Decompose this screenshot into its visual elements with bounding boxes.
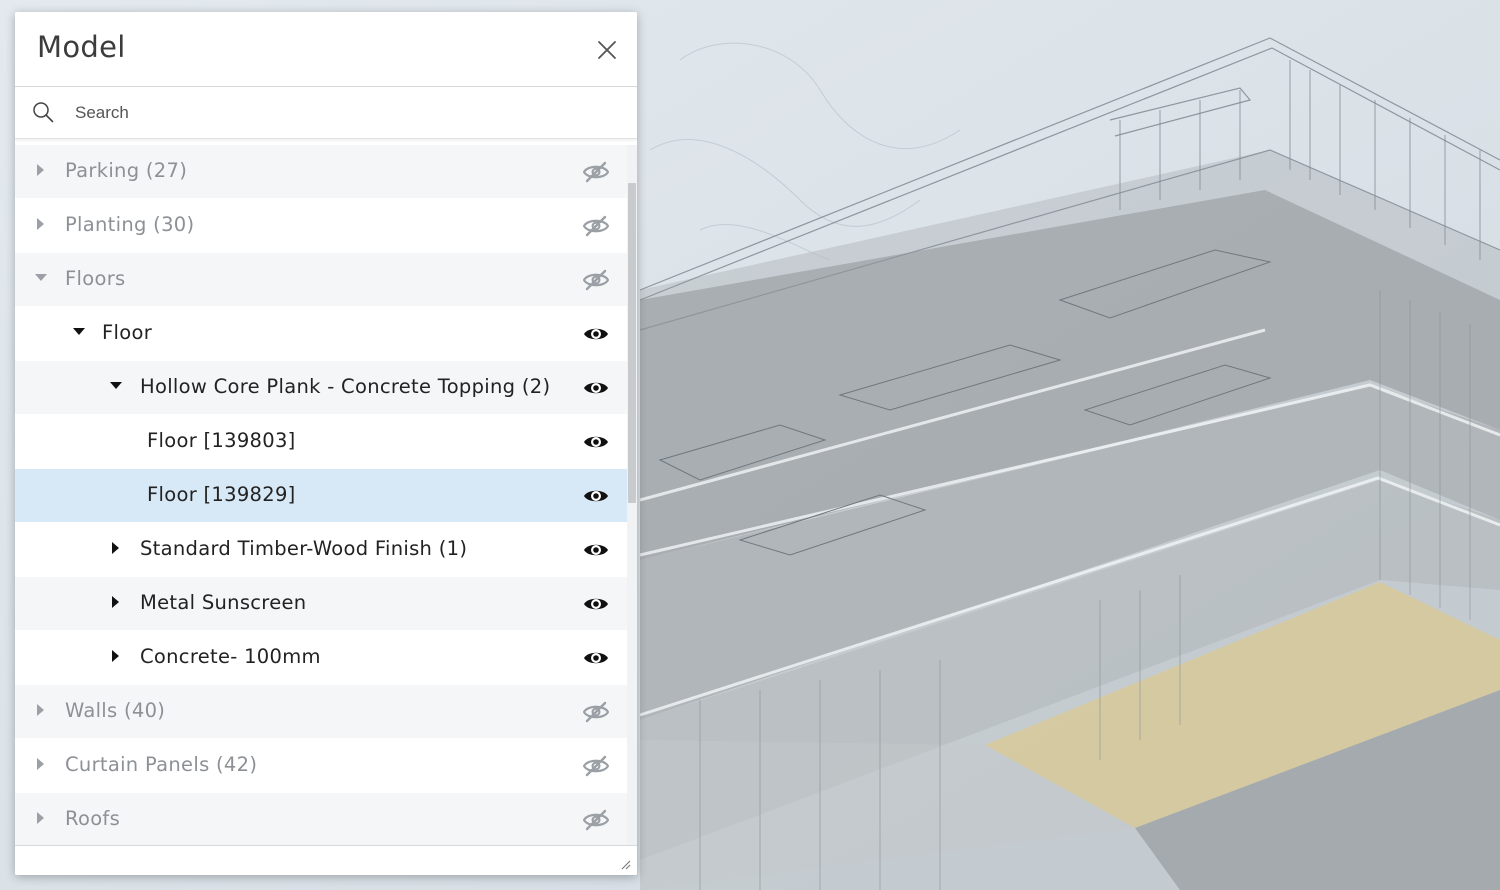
panel-header: Model bbox=[15, 12, 637, 87]
caret-right-icon[interactable] bbox=[34, 811, 48, 825]
close-button[interactable] bbox=[595, 38, 619, 62]
tree-row-label: Hollow Core Plank - Concrete Topping (2) bbox=[140, 375, 551, 398]
close-icon bbox=[598, 41, 616, 59]
tree-row[interactable]: Planting (30) bbox=[15, 199, 627, 253]
panel-title: Model bbox=[37, 30, 126, 64]
caret-down-icon[interactable] bbox=[34, 271, 48, 285]
tree-row-label: Planting (30) bbox=[65, 213, 195, 236]
caret-right-icon[interactable] bbox=[34, 757, 48, 771]
tree-row-label: Concrete- 100mm bbox=[140, 645, 321, 668]
tree-row-label: Metal Sunscreen bbox=[140, 591, 307, 614]
tree-row[interactable]: Hollow Core Plank - Concrete Topping (2) bbox=[15, 361, 627, 415]
search-bar bbox=[15, 87, 637, 139]
eye-hidden-icon[interactable] bbox=[583, 214, 609, 238]
tree-row[interactable]: Floor [139829] bbox=[15, 469, 627, 523]
tree-row-label: Floor [139829] bbox=[147, 483, 296, 506]
eye-icon[interactable] bbox=[583, 322, 609, 346]
model-browser-panel: Model Parking (27) Planting (30) Floors Flo… bbox=[15, 12, 637, 875]
eye-hidden-icon[interactable] bbox=[583, 754, 609, 778]
tree-row[interactable]: Curtain Panels (42) bbox=[15, 739, 627, 793]
tree-row-label: Curtain Panels (42) bbox=[65, 753, 258, 776]
eye-icon[interactable] bbox=[583, 538, 609, 562]
tree-row-label: Roofs bbox=[65, 807, 121, 830]
eye-icon[interactable] bbox=[583, 592, 609, 616]
eye-icon[interactable] bbox=[583, 430, 609, 454]
panel-footer bbox=[15, 845, 637, 875]
tree-row-label: Floors bbox=[65, 267, 126, 290]
tree-row[interactable]: Floors bbox=[15, 253, 627, 307]
caret-right-icon[interactable] bbox=[34, 163, 48, 177]
scrollbar-thumb[interactable] bbox=[628, 183, 636, 503]
caret-right-icon[interactable] bbox=[34, 217, 48, 231]
caret-down-icon[interactable] bbox=[72, 325, 86, 339]
caret-right-icon[interactable] bbox=[109, 649, 123, 663]
eye-icon[interactable] bbox=[583, 484, 609, 508]
eye-hidden-icon[interactable] bbox=[583, 808, 609, 832]
search-input[interactable] bbox=[73, 95, 617, 131]
caret-right-icon[interactable] bbox=[34, 703, 48, 717]
tree-row-label: Floor bbox=[102, 321, 153, 344]
tree-row[interactable]: Concrete- 100mm bbox=[15, 631, 627, 685]
eye-hidden-icon[interactable] bbox=[583, 160, 609, 184]
eye-hidden-icon[interactable] bbox=[583, 268, 609, 292]
scrollbar[interactable] bbox=[627, 145, 637, 857]
tree-row[interactable]: Walls (40) bbox=[15, 685, 627, 739]
tree-row-label: Parking (27) bbox=[65, 159, 188, 182]
caret-right-icon[interactable] bbox=[109, 595, 123, 609]
tree-row[interactable]: Metal Sunscreen bbox=[15, 577, 627, 631]
tree-row-label: Walls (40) bbox=[65, 699, 166, 722]
tree-row[interactable]: Roofs bbox=[15, 793, 627, 847]
caret-down-icon[interactable] bbox=[109, 379, 123, 393]
tree-row[interactable]: Parking (27) bbox=[15, 145, 627, 199]
model-tree: Parking (27) Planting (30) Floors Floor Holl… bbox=[15, 145, 637, 847]
tree-row[interactable]: Floor bbox=[15, 307, 627, 361]
eye-hidden-icon[interactable] bbox=[583, 700, 609, 724]
eye-icon[interactable] bbox=[583, 646, 609, 670]
caret-right-icon[interactable] bbox=[109, 541, 123, 555]
tree-row-label: Standard Timber-Wood Finish (1) bbox=[140, 537, 468, 560]
tree-row[interactable]: Standard Timber-Wood Finish (1) bbox=[15, 523, 627, 577]
tree-row-label: Floor [139803] bbox=[147, 429, 296, 452]
resize-handle-icon[interactable] bbox=[619, 858, 631, 870]
tree-row[interactable]: Floor [139803] bbox=[15, 415, 627, 469]
eye-icon[interactable] bbox=[583, 376, 609, 400]
search-icon bbox=[33, 102, 54, 123]
